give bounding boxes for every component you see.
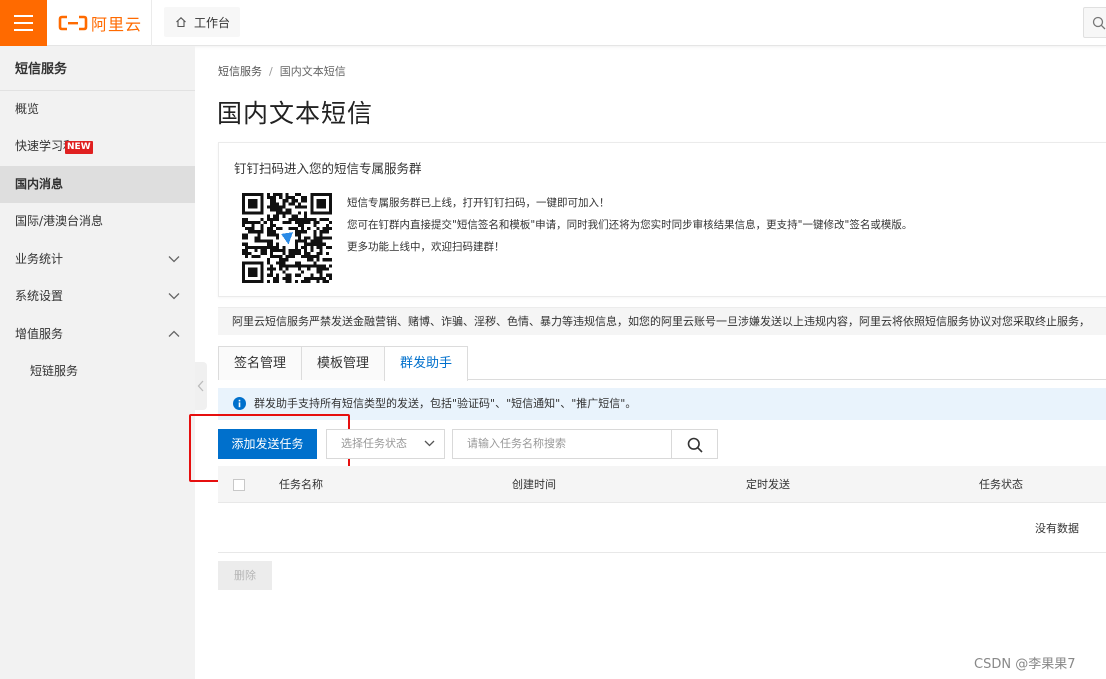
page-title: 国内文本短信 — [217, 99, 374, 128]
top-search-button[interactable] — [1083, 7, 1106, 38]
tab-template-management[interactable]: 模板管理 — [301, 346, 385, 380]
sidebar-item-quick-learn[interactable]: 快速学习和NEW — [0, 128, 195, 165]
info-icon — [233, 397, 246, 410]
tab-bar: 签名管理 模板管理 群发助手 — [218, 346, 1106, 381]
sidebar-item-label: 业务统计 — [15, 252, 64, 266]
dingtalk-promo-card: 钉钉扫码进入您的短信专属服务群 短信专属服务群已上线，打开钉钉扫码，一键即可加入… — [218, 142, 1106, 297]
aliyun-logo[interactable]: 阿里云 — [58, 12, 142, 34]
sidebar-item-label: 概览 — [15, 102, 40, 116]
sidebar-item-label: 系统设置 — [15, 289, 64, 303]
workbench-label: 工作台 — [194, 15, 231, 30]
sidebar-item-domestic-messages[interactable]: 国内消息 — [0, 166, 195, 203]
sidebar-item-short-link-service[interactable]: 短链服务 — [0, 353, 195, 390]
sidebar-item-system-settings[interactable]: 系统设置 — [0, 278, 195, 315]
sidebar-title: 短信服务 — [0, 46, 195, 91]
tab-bulk-send-assistant[interactable]: 群发助手 — [384, 346, 468, 381]
chevron-down-icon — [168, 293, 180, 300]
info-banner: 群发助手支持所有短信类型的发送，包括"验证码"、"短信通知"、"推广短信"。 — [218, 388, 1106, 420]
breadcrumb: 短信服务 / 国内文本短信 — [218, 63, 346, 79]
chevron-down-icon — [168, 256, 180, 263]
sidebar-item-label: 国际/港澳台消息 — [15, 214, 104, 228]
menu-icon-bar — [14, 22, 33, 24]
promo-line: 您可在钉群内直接提交"短信签名和模板"申请，同时我们还将为您实时同步审核结果信息… — [347, 219, 913, 231]
table-header: 任务名称 创建时间 定时发送 任务状态 — [218, 466, 1106, 503]
search-button[interactable] — [671, 429, 718, 459]
watermark: CSDN @李果果7 — [974, 657, 1076, 672]
task-status-select[interactable]: 选择任务状态 — [326, 429, 445, 459]
column-header-scheduled-send: 定时发送 — [746, 478, 790, 491]
promo-line: 短信专属服务群已上线，打开钉钉扫码，一键即可加入！ — [347, 197, 610, 209]
sidebar-collapse-handle[interactable] — [195, 362, 207, 410]
chevron-left-icon — [197, 380, 204, 392]
hamburger-menu-button[interactable] — [0, 0, 47, 46]
breadcrumb-current: 国内文本短信 — [279, 65, 346, 78]
table-empty-row: 没有数据 — [218, 503, 1106, 553]
chevron-up-icon — [168, 330, 180, 337]
search-icon — [1092, 16, 1106, 30]
add-send-task-button[interactable]: 添加发送任务 — [218, 429, 317, 459]
compliance-notice: 阿里云短信服务严禁发送金融营销、赌博、诈骗、淫秽、色情、暴力等违规信息，如您的阿… — [218, 307, 1106, 335]
info-banner-text: 群发助手支持所有短信类型的发送，包括"验证码"、"短信通知"、"推广短信"。 — [254, 397, 637, 410]
sidebar-item-label: 国内消息 — [15, 177, 64, 191]
sidebar: 短信服务 概览 快速学习和NEW 国内消息 国际/港澳台消息 业务统计 系统设置… — [0, 46, 195, 679]
column-header-task-status: 任务状态 — [979, 478, 1023, 491]
menu-icon-bar — [14, 29, 33, 31]
search-icon — [687, 437, 703, 453]
task-status-placeholder: 选择任务状态 — [341, 437, 407, 450]
column-header-created-time: 创建时间 — [512, 478, 556, 491]
top-bar: 阿里云 工作台 — [0, 0, 1106, 46]
promo-title: 钉钉扫码进入您的短信专属服务群 — [234, 161, 422, 176]
logo-text: 阿里云 — [91, 15, 143, 34]
sidebar-item-overview[interactable]: 概览 — [0, 91, 195, 128]
column-header-task-name: 任务名称 — [279, 478, 323, 491]
sidebar-item-label: 短链服务 — [30, 364, 79, 378]
new-badge: NEW — [65, 141, 93, 154]
aliyun-logo-icon — [58, 15, 88, 31]
task-name-search-input[interactable]: 请输入任务名称搜索 — [452, 429, 672, 459]
sidebar-item-label: 增值服务 — [15, 327, 64, 341]
empty-text: 没有数据 — [1035, 522, 1079, 535]
breadcrumb-root-link[interactable]: 短信服务 — [218, 65, 262, 78]
sidebar-item-business-stats[interactable]: 业务统计 — [0, 241, 195, 278]
sidebar-item-value-added-services[interactable]: 增值服务 — [0, 316, 195, 353]
breadcrumb-separator: / — [269, 65, 273, 78]
topbar-divider — [151, 0, 152, 46]
chevron-down-icon — [424, 440, 435, 447]
tab-signature-management[interactable]: 签名管理 — [218, 346, 302, 380]
dingtalk-qr-code — [242, 193, 332, 283]
home-icon — [176, 17, 186, 28]
delete-button[interactable]: 删除 — [218, 561, 272, 590]
sidebar-item-international-messages[interactable]: 国际/港澳台消息 — [0, 203, 195, 240]
select-all-checkbox[interactable] — [233, 479, 245, 491]
promo-text: 短信专属服务群已上线，打开钉钉扫码，一键即可加入！ 您可在钉群内直接提交"短信签… — [347, 192, 912, 258]
promo-line: 更多功能上线中，欢迎扫码建群！ — [347, 241, 505, 253]
menu-icon — [14, 15, 33, 17]
workbench-button[interactable]: 工作台 — [164, 7, 240, 37]
